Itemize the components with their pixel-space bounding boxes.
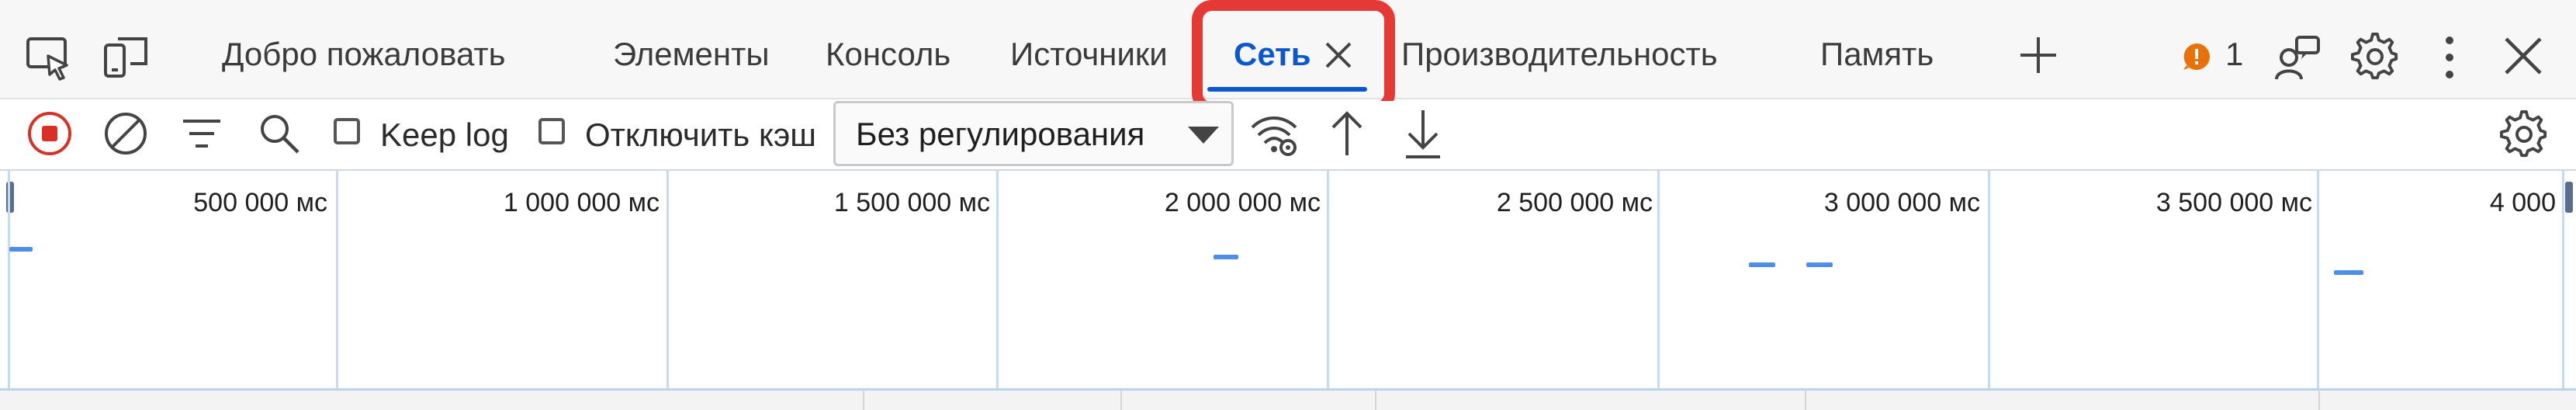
devtools-tab-bar: Добро пожаловать Элементы Консоль Источн…: [0, 0, 2576, 99]
issues-count[interactable]: 1: [2225, 31, 2243, 78]
keep-log-checkbox[interactable]: [334, 118, 360, 144]
record-icon[interactable]: [26, 110, 73, 157]
column-divider[interactable]: [1120, 391, 1122, 410]
time-tick-label: 1 000 000 мс: [503, 188, 660, 217]
tab-sources[interactable]: Источники: [1010, 31, 1168, 78]
time-tick-label: 3 500 000 мс: [2155, 188, 2312, 217]
time-tick-label: 4 000: [2489, 188, 2556, 217]
column-divider[interactable]: [1375, 391, 1376, 410]
request-bar: [1214, 255, 1238, 259]
grid-line: [667, 171, 669, 388]
grid-line: [1988, 171, 1990, 388]
more-vert-icon[interactable]: [2441, 34, 2458, 81]
filter-icon[interactable]: [182, 118, 222, 151]
request-bar: [1749, 262, 1775, 267]
grid-line: [2317, 171, 2319, 388]
network-toolbar: Keep log Отключить кэш Без регулирования: [0, 101, 2576, 171]
network-settings-icon[interactable]: [2500, 110, 2548, 158]
column-divider[interactable]: [863, 391, 864, 410]
keep-log-label: Keep log: [380, 116, 509, 153]
dropdown-arrow-icon: [1188, 127, 1219, 144]
column-divider[interactable]: [2318, 391, 2320, 410]
clear-icon[interactable]: [102, 110, 149, 157]
settings-icon[interactable]: [2351, 33, 2399, 81]
tab-console[interactable]: Консоль: [826, 31, 950, 78]
time-tick-label: 2 000 000 мс: [1164, 188, 1321, 217]
tab-network[interactable]: Сеть: [1234, 31, 1311, 78]
network-conditions-icon[interactable]: [1249, 110, 1300, 158]
search-icon[interactable]: [258, 112, 301, 155]
tab-welcome[interactable]: Добро пожаловать: [222, 31, 506, 78]
active-tab-underline: [1207, 87, 1367, 92]
tab-elements[interactable]: Элементы: [613, 31, 770, 78]
tab-performance[interactable]: Производительность: [1401, 31, 1718, 78]
column-divider[interactable]: [1805, 391, 1806, 410]
overview-right-handle[interactable]: [2565, 182, 2573, 213]
grid-line: [8, 171, 10, 388]
request-bar: [9, 247, 33, 252]
grid-line: [1327, 171, 1329, 388]
time-tick-label: 1 500 000 мс: [833, 188, 990, 217]
import-har-icon[interactable]: [1328, 109, 1366, 160]
export-har-icon[interactable]: [1404, 107, 1442, 162]
request-table-header: [0, 391, 2576, 410]
grid-line: [2562, 171, 2564, 388]
issues-icon[interactable]: [2182, 42, 2211, 71]
grid-line: [1657, 171, 1660, 388]
time-tick-label: 2 500 000 мс: [1496, 188, 1653, 217]
add-tab-icon[interactable]: [2017, 34, 2059, 76]
time-tick-label: 500 000 мс: [193, 188, 327, 217]
time-tick-label: 3 000 000 мс: [1823, 188, 1980, 217]
inspect-element-icon[interactable]: [25, 34, 73, 82]
disable-cache-label: Отключить кэш: [585, 116, 816, 153]
device-toolbar-icon[interactable]: [101, 33, 151, 82]
throttling-select[interactable]: Без регулирования: [833, 101, 1234, 166]
close-devtools-icon[interactable]: [2503, 36, 2543, 76]
network-overview-timeline[interactable]: 500 000 мс 1 000 000 мс 1 500 000 мс 2 0…: [0, 171, 2576, 391]
request-bar: [1806, 262, 1833, 267]
tab-memory[interactable]: Память: [1820, 31, 1934, 78]
request-bar: [2334, 270, 2363, 275]
close-tab-icon[interactable]: [1324, 40, 1353, 70]
feedback-icon[interactable]: [2273, 34, 2322, 82]
grid-line: [996, 171, 999, 388]
disable-cache-checkbox[interactable]: [538, 118, 565, 144]
grid-line: [336, 171, 338, 388]
throttling-value: Без регулирования: [856, 116, 1145, 152]
